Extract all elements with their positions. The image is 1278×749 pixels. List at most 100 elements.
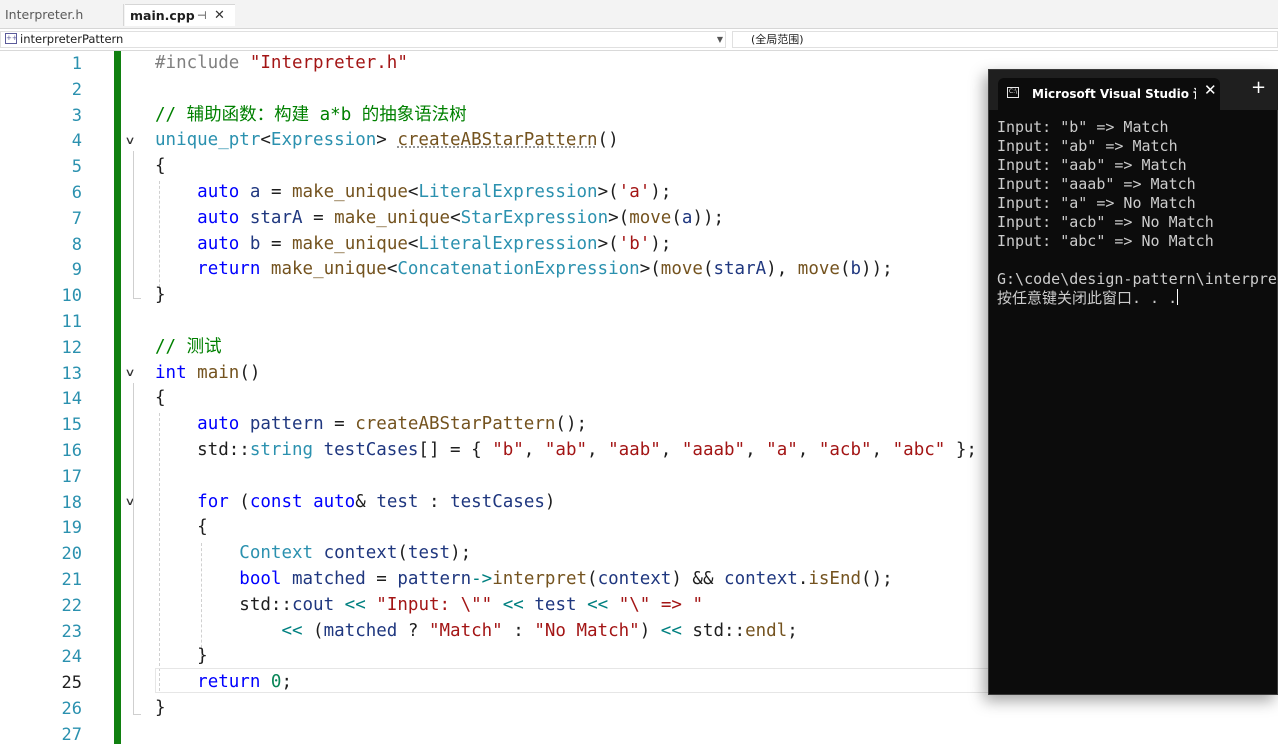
token-directive: #include — [155, 53, 240, 73]
fold-end-mark — [133, 714, 141, 715]
code-line-12: // 测试 — [155, 335, 222, 361]
code-line-22: std::cout << "Input: \"" << test << "\" … — [155, 594, 703, 615]
change-tracking-bar — [114, 51, 121, 744]
line-number: 6 — [71, 183, 82, 203]
console-line: Input: "a" => No Match — [997, 194, 1196, 212]
close-icon[interactable]: ✕ — [1204, 81, 1217, 99]
tab-label: Interpreter.h — [5, 7, 84, 22]
code-line-14: { — [155, 388, 166, 409]
member-scope-label: (全局范围) — [751, 33, 804, 46]
token-string: "\" => " — [618, 594, 703, 615]
console-output: Input: "b" => Match Input: "ab" => Match I… — [997, 118, 1278, 308]
code-line-20: Context context(test); — [239, 543, 472, 564]
line-number: 5 — [71, 157, 82, 178]
collapse-chevron-icon[interactable]: ∨ — [124, 360, 135, 386]
code-line-23: << (matched ? "Match" : "No Match") << s… — [281, 620, 798, 641]
code-line-1: #include "Interpreter.h" — [155, 51, 408, 77]
code-line-15: auto pattern = createABStarPattern(); — [197, 414, 588, 435]
new-tab-plus-icon[interactable]: + — [1251, 79, 1266, 97]
line-number: 15 — [61, 415, 82, 436]
comment: // 测试 — [155, 336, 222, 357]
line-number: 24 — [61, 647, 82, 668]
navigation-bar: ++ interpreterPattern ▼ (全局范围) — [0, 29, 1278, 51]
token-type: Expression — [270, 130, 377, 151]
code-line-21: bool matched = pattern->interpret(contex… — [239, 569, 893, 589]
project-icon: ++ — [5, 33, 18, 44]
token-type: ConcatenationExpression — [397, 259, 640, 280]
code-line-8: auto b = make_unique<LiteralExpression>(… — [197, 233, 672, 254]
line-number: 2 — [71, 79, 82, 100]
token-string: "Input: \"" — [376, 594, 493, 615]
console-line: Input: "ab" => Match — [997, 137, 1178, 155]
line-number: 10 — [61, 286, 82, 307]
text-cursor — [1177, 289, 1179, 305]
code-line-7: auto starA = make_unique<StarExpression>… — [197, 207, 725, 228]
token-char: 'b' — [618, 233, 651, 254]
line-number: 3 — [71, 105, 82, 126]
console-title: Microsoft Visual Studio 调试控制台 — [1032, 87, 1196, 101]
line-number: 21 — [61, 570, 82, 590]
line-number: 25 — [61, 673, 82, 694]
console-line: G:\code\design-pattern\interpreter — [997, 270, 1278, 288]
code-line-9: return make_unique<ConcatenationExpressi… — [197, 259, 893, 280]
token-string: "Match" — [428, 620, 503, 641]
code-line-24: } — [155, 646, 208, 667]
token-type: StarExpression — [460, 207, 609, 228]
terminal-icon: C:\ — [1007, 87, 1019, 98]
line-number: 9 — [71, 260, 82, 281]
token-type: LiteralExpression — [418, 182, 598, 202]
close-icon[interactable]: ✕ — [214, 5, 225, 27]
fold-region-line — [133, 151, 134, 299]
line-number: 12 — [61, 337, 82, 358]
pin-icon[interactable]: ⊣ — [197, 5, 207, 27]
token-type: unique_ptr — [155, 130, 261, 151]
project-scope-label: interpreterPattern — [20, 32, 124, 46]
tab-label: main.cpp — [130, 8, 195, 23]
line-number: 23 — [61, 621, 82, 642]
code-line-19: { — [155, 517, 208, 538]
console-line: 按任意键关闭此窗口. . . — [997, 289, 1178, 307]
collapse-chevron-icon[interactable]: ∨ — [124, 128, 135, 154]
code-line-16: std::string testCases[] = { "b", "ab", "… — [155, 440, 977, 460]
code-line-13: int main() — [155, 362, 261, 383]
token-string: "No Match" — [534, 620, 640, 641]
member-scope-dropdown[interactable]: (全局范围) — [732, 31, 1278, 48]
code-line-18: for (const auto& test : testCases) — [197, 491, 556, 512]
code-line-6: auto a = make_unique<LiteralExpression>(… — [197, 182, 672, 202]
code-line-26: } — [155, 698, 166, 718]
line-number: 13 — [61, 363, 82, 384]
debug-console-window[interactable]: C:\ Microsoft Visual Studio 调试控制台 ✕ + In… — [988, 69, 1278, 695]
token-string: "Interpreter.h" — [249, 53, 408, 73]
fold-end-mark — [133, 298, 141, 299]
code-line-25: return 0; — [197, 672, 293, 693]
line-number: 22 — [61, 595, 82, 616]
console-titlebar: C:\ Microsoft Visual Studio 调试控制台 ✕ + — [989, 70, 1278, 110]
console-line: Input: "aaab" => Match — [997, 175, 1196, 193]
line-number: 19 — [61, 518, 82, 539]
comment: // 辅助函数：构建 a*b 的抽象语法树 — [155, 104, 467, 125]
line-number: 18 — [61, 492, 82, 513]
console-line: Input: "aab" => Match — [997, 156, 1187, 174]
console-prompt-line: 按任意键关闭此窗口. . . — [997, 289, 1278, 308]
line-number: 26 — [61, 699, 82, 719]
console-line: Input: "b" => Match — [997, 118, 1169, 136]
project-scope-dropdown[interactable]: ++ interpreterPattern ▼ — [0, 31, 726, 48]
console-tab[interactable]: C:\ Microsoft Visual Studio 调试控制台 ✕ — [998, 78, 1220, 110]
console-line: Input: "abc" => No Match — [997, 232, 1214, 250]
console-line: Input: "acb" => No Match — [997, 213, 1214, 231]
token-number: 0 — [270, 672, 282, 693]
tab-interpreter-h[interactable]: Interpreter.h — [0, 4, 124, 26]
line-number: 20 — [61, 544, 82, 565]
code-line-3: // 辅助函数：构建 a*b 的抽象语法树 — [155, 103, 467, 129]
code-line-5: { — [155, 156, 166, 177]
chevron-down-icon[interactable]: ▼ — [717, 32, 723, 47]
line-number: 4 — [71, 131, 82, 152]
token-function: createABStarPattern — [397, 130, 598, 151]
line-number: 8 — [71, 234, 82, 255]
line-number: 14 — [61, 389, 82, 410]
token-type: LiteralExpression — [418, 233, 598, 254]
document-tab-strip: Interpreter.h main.cpp ⊣ ✕ — [0, 0, 1278, 29]
console-line: ​ — [997, 251, 1278, 270]
line-number: 7 — [71, 208, 82, 229]
tab-main-cpp[interactable]: main.cpp ⊣ ✕ — [125, 4, 235, 26]
